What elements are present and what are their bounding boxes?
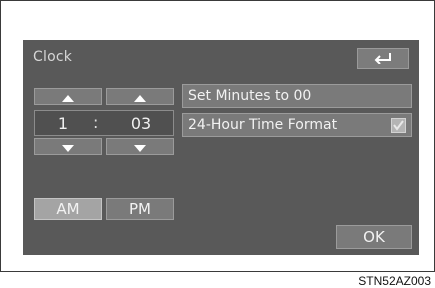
- pm-label: PM: [129, 200, 151, 218]
- back-button[interactable]: [357, 48, 409, 69]
- clock-settings-screen: Clock 1 : 03 Set Minutes to 00 24-Hour T…: [23, 40, 419, 255]
- minute-down-button[interactable]: [106, 138, 174, 155]
- figure-code: STN52AZ003: [358, 274, 431, 288]
- hour-up-button[interactable]: [34, 88, 102, 105]
- minute-value: 03: [130, 114, 152, 133]
- hour-down-button[interactable]: [34, 138, 102, 155]
- option-label: Set Minutes to 00: [188, 88, 312, 104]
- minute-up-button[interactable]: [106, 88, 174, 105]
- down-arrow-icon: [62, 137, 74, 156]
- manual-figure-frame: Clock 1 : 03 Set Minutes to 00 24-Hour T…: [0, 0, 435, 272]
- option-label: 24-Hour Time Format: [188, 117, 338, 133]
- down-arrow-icon: [134, 137, 146, 156]
- time-separator: :: [93, 113, 99, 132]
- 24-hour-format-toggle[interactable]: 24-Hour Time Format: [182, 113, 412, 137]
- screen-title: Clock: [33, 49, 73, 65]
- back-arrow-icon: [372, 49, 394, 68]
- ok-label: OK: [363, 228, 385, 246]
- ok-button[interactable]: OK: [336, 225, 412, 249]
- checkbox-icon: [391, 118, 406, 133]
- set-minutes-to-00-button[interactable]: Set Minutes to 00: [182, 84, 412, 108]
- up-arrow-icon: [62, 87, 74, 106]
- up-arrow-icon: [134, 87, 146, 106]
- hour-value: 1: [57, 114, 69, 133]
- am-button[interactable]: AM: [34, 198, 102, 220]
- time-display: 1 : 03: [34, 110, 174, 136]
- pm-button[interactable]: PM: [106, 198, 174, 220]
- am-label: AM: [56, 200, 80, 218]
